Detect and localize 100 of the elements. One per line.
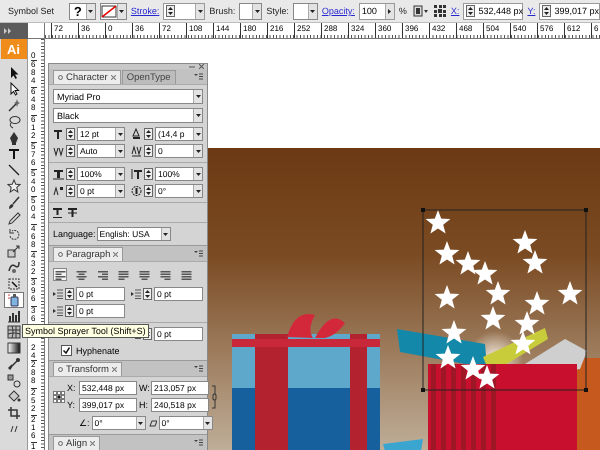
font-style-dropdown[interactable]: Black bbox=[53, 108, 203, 123]
input-field[interactable]: 0 pt bbox=[154, 287, 203, 301]
dropdown-button[interactable] bbox=[115, 168, 124, 180]
dropdown-button[interactable] bbox=[308, 4, 317, 18]
underline-icon[interactable] bbox=[53, 207, 62, 218]
alignment-button[interactable] bbox=[179, 268, 193, 281]
expand-icon[interactable] bbox=[4, 28, 12, 34]
dropdown-button[interactable] bbox=[86, 4, 95, 18]
panel-menu-icon[interactable] bbox=[194, 250, 203, 257]
alignment-button[interactable] bbox=[158, 268, 172, 281]
spinner-icon[interactable] bbox=[65, 305, 74, 317]
input-field[interactable]: 240,518 px bbox=[151, 398, 209, 412]
dropdown-button[interactable] bbox=[195, 4, 204, 18]
grip-icon[interactable] bbox=[58, 75, 63, 80]
dropdown-button[interactable] bbox=[202, 417, 212, 429]
dropdown-button[interactable] bbox=[116, 4, 126, 18]
stepper-button[interactable] bbox=[384, 4, 394, 18]
spinner-icon[interactable] bbox=[66, 145, 75, 157]
input-field[interactable]: 100% bbox=[155, 167, 203, 181]
reference-point-icon[interactable] bbox=[432, 4, 447, 18]
panel-tab[interactable]: Character bbox=[53, 70, 121, 84]
dropdown-button[interactable] bbox=[193, 128, 202, 140]
input-field[interactable]: 399,017 px bbox=[79, 398, 137, 412]
strikethrough-icon[interactable] bbox=[68, 207, 77, 218]
dropdown-button[interactable] bbox=[193, 145, 202, 157]
dropdown-button[interactable] bbox=[193, 168, 202, 180]
alignment-button[interactable] bbox=[53, 268, 67, 281]
dropdown-button[interactable] bbox=[160, 228, 170, 240]
panel-tab[interactable]: Align bbox=[53, 436, 100, 450]
dropdown-button[interactable] bbox=[115, 145, 124, 157]
spinner-icon[interactable] bbox=[66, 185, 75, 197]
input-field[interactable]: 0 bbox=[155, 144, 203, 158]
align-icon[interactable] bbox=[410, 4, 429, 18]
alignment-button[interactable] bbox=[95, 268, 109, 281]
input-field[interactable]: 0 pt bbox=[76, 287, 125, 301]
input-field[interactable]: 0° bbox=[155, 184, 203, 198]
alignment-button[interactable] bbox=[116, 268, 130, 281]
spinner-icon[interactable] bbox=[144, 128, 153, 140]
reference-point-icon[interactable] bbox=[53, 390, 65, 402]
close-icon[interactable] bbox=[90, 441, 96, 446]
dropdown-button[interactable] bbox=[252, 4, 262, 18]
dropdown-button[interactable] bbox=[193, 90, 202, 103]
input-field[interactable]: 100% bbox=[77, 167, 125, 181]
tool-button[interactable] bbox=[4, 292, 24, 308]
close-icon[interactable] bbox=[199, 64, 204, 69]
spinner-icon[interactable] bbox=[144, 168, 153, 180]
panel-menu-icon[interactable] bbox=[194, 439, 203, 446]
dropdown-button[interactable] bbox=[193, 109, 202, 122]
spinner-icon[interactable] bbox=[66, 168, 75, 180]
input-field[interactable]: Auto bbox=[77, 144, 125, 158]
input-field[interactable]: 532,448 px bbox=[79, 381, 137, 395]
checkbox[interactable] bbox=[61, 345, 72, 356]
grip-icon[interactable] bbox=[58, 367, 63, 372]
spinner-icon[interactable] bbox=[65, 288, 74, 300]
spinner-icon[interactable] bbox=[144, 185, 153, 197]
panel-tab[interactable]: OpenType bbox=[122, 70, 176, 84]
panel-tab[interactable]: Transform bbox=[53, 362, 122, 376]
alignment-button[interactable] bbox=[74, 268, 88, 281]
spinner-icon[interactable] bbox=[542, 5, 552, 17]
x-link[interactable]: X: bbox=[450, 6, 460, 16]
panel-tab[interactable]: Paragraph bbox=[53, 247, 124, 261]
link-icon[interactable] bbox=[211, 384, 217, 408]
stroke-weight-field[interactable] bbox=[163, 2, 206, 20]
input-field[interactable]: 0 pt bbox=[77, 184, 125, 198]
y-link[interactable]: Y: bbox=[527, 6, 536, 16]
collapse-icon[interactable] bbox=[189, 64, 195, 69]
close-icon[interactable] bbox=[112, 367, 117, 372]
input-field[interactable]: 0 pt bbox=[76, 304, 125, 318]
dropdown-button[interactable] bbox=[115, 128, 124, 140]
dropdown-button[interactable] bbox=[136, 417, 145, 429]
grip-icon[interactable] bbox=[58, 441, 63, 446]
grip-icon[interactable] bbox=[58, 252, 63, 257]
spinner-icon[interactable] bbox=[66, 128, 75, 140]
dropdown-button[interactable] bbox=[193, 185, 202, 197]
shear-dropdown[interactable]: 0° bbox=[158, 416, 213, 430]
opacity-field[interactable]: 100 bbox=[358, 2, 395, 20]
spinner-icon[interactable] bbox=[466, 5, 476, 17]
panel-menu-icon[interactable] bbox=[194, 73, 203, 80]
stroke-swatch[interactable] bbox=[100, 2, 127, 20]
input-field[interactable]: 12 pt bbox=[77, 127, 125, 141]
input-field[interactable]: 213,057 px bbox=[151, 381, 209, 395]
input-field[interactable]: (14,4 p bbox=[155, 127, 203, 141]
dropdown-button[interactable] bbox=[115, 185, 124, 197]
opacity-link[interactable]: Opacity: bbox=[322, 6, 355, 16]
panel-menu-icon[interactable] bbox=[194, 365, 203, 372]
close-icon[interactable] bbox=[113, 252, 118, 257]
input-field[interactable]: 0 pt bbox=[154, 327, 203, 341]
spinner-icon[interactable] bbox=[166, 5, 176, 17]
alignment-button[interactable] bbox=[137, 268, 151, 281]
angle-dropdown[interactable]: 0° bbox=[92, 416, 146, 430]
fill-swatch[interactable]: ? bbox=[68, 2, 96, 20]
selection-box[interactable] bbox=[421, 208, 588, 392]
stroke-link[interactable]: Stroke: bbox=[130, 6, 160, 16]
y-field[interactable]: 399,017 px bbox=[539, 2, 600, 20]
font-dropdown[interactable]: Myriad Pro bbox=[53, 89, 203, 104]
language-dropdown[interactable]: English: USA bbox=[96, 227, 171, 241]
spinner-icon[interactable] bbox=[144, 145, 153, 157]
x-field[interactable]: 532,448 px bbox=[463, 2, 524, 20]
close-icon[interactable] bbox=[110, 75, 116, 80]
spinner-icon[interactable] bbox=[143, 288, 152, 300]
